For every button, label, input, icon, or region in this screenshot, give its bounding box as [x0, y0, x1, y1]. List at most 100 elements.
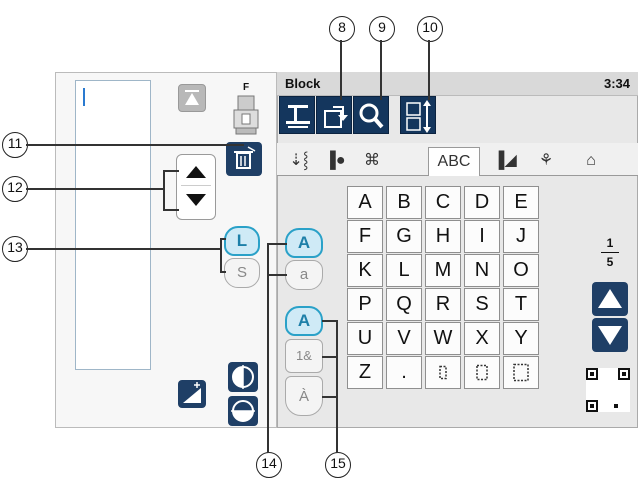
leader-line-13-a	[220, 238, 226, 240]
key-f[interactable]: F	[347, 220, 383, 253]
key-d[interactable]: D	[464, 186, 500, 219]
leader-line-12-a	[163, 170, 179, 172]
key-b[interactable]: B	[386, 186, 422, 219]
key-y[interactable]: Y	[503, 322, 539, 355]
latin-charset-button[interactable]: A	[285, 306, 323, 336]
small-size-button[interactable]: S	[224, 258, 260, 288]
key-i[interactable]: I	[464, 220, 500, 253]
elongation-icon	[183, 382, 201, 403]
mirror-horizontal-button[interactable]	[228, 362, 258, 392]
key-l[interactable]: L	[386, 254, 422, 287]
font-name: Block	[285, 76, 321, 91]
callout-12: 12	[2, 176, 28, 202]
callout-14: 14	[256, 452, 282, 478]
large-space-icon	[513, 363, 529, 382]
presser-foot-icon	[233, 95, 259, 135]
tab-memory[interactable]: ⌂	[574, 147, 608, 176]
key-a[interactable]: A	[347, 186, 383, 219]
key-u[interactable]: U	[347, 322, 383, 355]
key-h[interactable]: H	[425, 220, 461, 253]
leader-line-8	[340, 40, 342, 100]
tab-satin[interactable]: ▐◢	[488, 147, 522, 176]
tab-buttonhole[interactable]: ▐●	[318, 147, 352, 176]
key-w[interactable]: W	[425, 322, 461, 355]
page-down-button[interactable]	[592, 318, 628, 352]
key-k[interactable]: K	[347, 254, 383, 287]
leader-line-15	[336, 320, 338, 453]
key-r[interactable]: R	[425, 288, 461, 321]
mirror-horizontal-icon	[231, 400, 255, 422]
key-p[interactable]: P	[347, 288, 383, 321]
leader-line-9	[380, 40, 382, 100]
accented-charset-button[interactable]: À	[285, 376, 323, 416]
leader-line-14-b	[267, 274, 287, 276]
tab-utility[interactable]: ⇣⸾	[282, 147, 316, 176]
callout-15: 15	[325, 452, 351, 478]
uppercase-button[interactable]: A	[285, 228, 323, 258]
space-key-2[interactable]	[464, 356, 500, 389]
page-indicator: 1 5	[598, 236, 622, 276]
leader-line-13-b	[220, 271, 226, 273]
key-v[interactable]: V	[386, 322, 422, 355]
key-o[interactable]: O	[503, 254, 539, 287]
leader-line-12	[26, 188, 164, 190]
key-n[interactable]: N	[464, 254, 500, 287]
tab-decorative[interactable]: ⌘	[355, 147, 389, 176]
text-preview-field[interactable]	[75, 80, 151, 370]
memory-button[interactable]	[316, 96, 352, 134]
top-icon	[185, 90, 199, 105]
jump-to-top-button[interactable]	[178, 84, 206, 112]
numeric-charset-button[interactable]: 1&	[285, 339, 323, 373]
space-key-1[interactable]	[425, 356, 461, 389]
key-t[interactable]: T	[503, 288, 539, 321]
key-m[interactable]: M	[425, 254, 461, 287]
presser-foot-label: F	[242, 82, 250, 93]
cursor-down-button[interactable]	[181, 189, 211, 213]
key-s[interactable]: S	[464, 288, 500, 321]
leader-line-12-v	[163, 170, 165, 210]
callout-8: 8	[329, 16, 355, 42]
key-q[interactable]: Q	[386, 288, 422, 321]
key-e[interactable]: E	[503, 186, 539, 219]
cursor-up-button[interactable]	[181, 161, 211, 186]
magnify-button[interactable]	[353, 96, 389, 134]
callout-10: 10	[417, 16, 443, 42]
large-size-button[interactable]: L	[224, 226, 260, 256]
leader-line-14-a	[267, 243, 287, 245]
mirror-vertical-button[interactable]	[228, 396, 258, 426]
leader-line-10	[428, 40, 430, 100]
mirror-vertical-icon	[232, 365, 254, 389]
delete-button[interactable]	[226, 142, 262, 176]
title-bar: Block 3:34	[277, 72, 638, 96]
leader-line-15-a	[322, 320, 337, 322]
leader-line-15-b	[322, 356, 337, 358]
key-z[interactable]: Z	[347, 356, 383, 389]
callout-11: 11	[2, 132, 28, 158]
clock-time: 3:34	[603, 76, 630, 91]
elongation-button[interactable]	[178, 380, 206, 408]
tab-alphabet[interactable]: ABC	[428, 147, 480, 176]
current-page: 1	[606, 236, 614, 250]
key-g[interactable]: G	[386, 220, 422, 253]
key-x[interactable]: X	[464, 322, 500, 355]
lowercase-button[interactable]: a	[285, 260, 323, 290]
qr-code-button[interactable]	[586, 368, 630, 412]
space-key-3[interactable]	[503, 356, 539, 389]
needle-stop-button[interactable]	[279, 96, 315, 134]
text-cursor	[83, 88, 85, 106]
medium-space-icon	[476, 364, 488, 381]
leader-line-15-c	[322, 396, 337, 398]
key-c[interactable]: C	[425, 186, 461, 219]
letter-size-icon	[406, 100, 431, 133]
trash-icon	[234, 146, 256, 169]
key-j[interactable]: J	[503, 220, 539, 253]
tab-applique[interactable]: ⚘	[528, 147, 564, 176]
leader-line-11	[26, 144, 244, 146]
undo-memory-icon	[324, 106, 348, 128]
letter-size-button[interactable]	[400, 96, 436, 134]
page-up-button[interactable]	[592, 282, 628, 316]
page-up-icon	[598, 289, 622, 308]
small-space-icon	[439, 365, 447, 380]
key-period[interactable]: .	[386, 356, 422, 389]
magnify-icon	[359, 103, 384, 129]
